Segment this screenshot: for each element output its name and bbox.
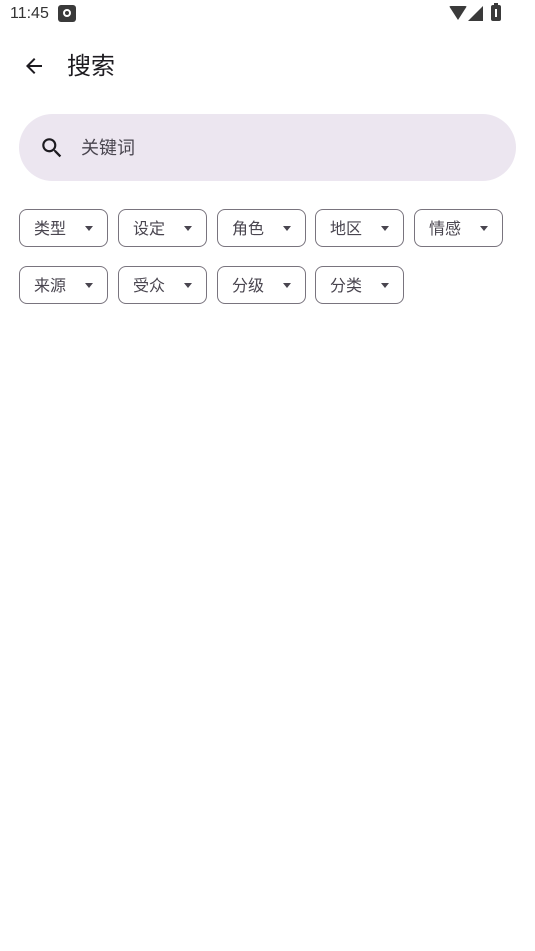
cell-signal-icon [468,6,483,21]
page-title: 搜索 [67,52,115,80]
filter-chip-label: 分类 [330,276,363,295]
filter-chip-type[interactable]: 类型 [19,209,108,247]
filter-row-2: 来源 受众 分级 分类 [19,266,519,304]
app-notification-icon [58,5,76,22]
wifi-icon [449,6,467,20]
battery-charging-icon [491,3,501,21]
back-button[interactable] [10,42,58,90]
top-app-bar: 搜索 [0,36,535,96]
arrow-drop-down-icon [184,283,192,288]
arrow-drop-down-icon [480,226,488,231]
filter-chip-label: 地区 [330,219,363,238]
filter-chip-character[interactable]: 角色 [217,209,306,247]
filter-chip-label: 类型 [34,219,67,238]
arrow-drop-down-icon [184,226,192,231]
arrow-drop-down-icon [85,226,93,231]
filter-chip-label: 分级 [232,276,265,295]
arrow-back-icon [26,58,42,74]
filter-chip-label: 受众 [133,276,166,295]
filter-chip-label: 情感 [429,219,462,238]
search-bar[interactable] [19,114,516,181]
filter-chip-setting[interactable]: 设定 [118,209,207,247]
filter-chip-label: 角色 [232,219,265,238]
filter-chip-source[interactable]: 来源 [19,266,108,304]
filter-chip-emotion[interactable]: 情感 [414,209,503,247]
filter-row-1: 类型 设定 角色 地区 情感 [19,209,519,247]
filter-chip-audience[interactable]: 受众 [118,266,207,304]
filter-chip-label: 来源 [34,276,67,295]
filter-chip-label: 设定 [133,219,166,238]
status-time: 11:45 [10,5,49,22]
filter-chip-region[interactable]: 地区 [315,209,404,247]
search-icon [42,138,62,158]
filter-chip-category[interactable]: 分类 [315,266,404,304]
arrow-drop-down-icon [381,226,389,231]
arrow-drop-down-icon [85,283,93,288]
arrow-drop-down-icon [283,226,291,231]
search-input[interactable] [81,132,481,164]
arrow-drop-down-icon [381,283,389,288]
status-bar: 11:45 [0,0,535,28]
arrow-drop-down-icon [283,283,291,288]
filter-chip-rating[interactable]: 分级 [217,266,306,304]
